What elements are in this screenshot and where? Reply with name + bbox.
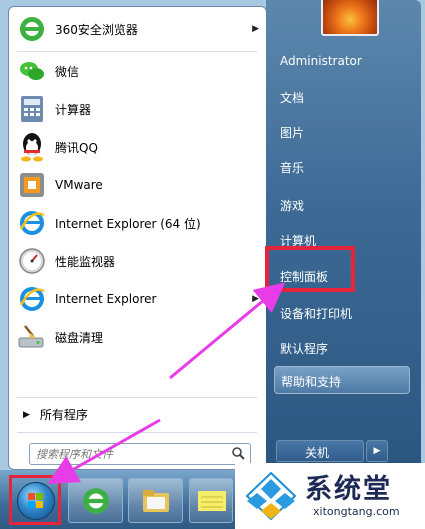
taskbar-360-browser-button[interactable] — [68, 478, 123, 523]
program-label: 腾讯QQ — [55, 140, 98, 155]
all-programs-label: 所有程序 — [39, 408, 88, 422]
360-browser-icon — [81, 486, 111, 520]
program-label: 磁盘清理 — [55, 330, 104, 345]
performance-monitor-icon — [17, 246, 47, 276]
program-item-ie64[interactable]: Internet Explorer (64 位) — [17, 205, 263, 241]
documents-link[interactable]: 文档 — [280, 89, 304, 106]
program-label: 微信 — [55, 64, 80, 79]
games-link[interactable]: 游戏 — [280, 197, 304, 214]
music-link[interactable]: 音乐 — [280, 159, 304, 176]
program-item-performance-monitor[interactable]: 性能监视器 — [17, 243, 263, 279]
all-programs-button[interactable]: ▶ 所有程序 — [23, 406, 88, 423]
windows-logo-icon — [17, 482, 55, 520]
watermark-title: 系统堂 — [305, 474, 392, 505]
triangle-right-icon: ▶ — [23, 409, 30, 420]
program-item-360-browser[interactable]: 360安全浏览器 ▶ — [17, 11, 263, 47]
default-programs-link[interactable]: 默认程序 — [280, 340, 328, 357]
control-panel-highlight-box — [265, 246, 355, 292]
search-input[interactable] — [30, 446, 228, 462]
divider — [17, 432, 257, 433]
vmware-icon — [17, 170, 47, 200]
notes-icon — [198, 489, 226, 517]
taskbar-notes-button[interactable] — [189, 478, 233, 523]
program-item-calculator[interactable]: 计算器 — [17, 91, 263, 127]
program-label: 360安全浏览器 — [55, 22, 138, 37]
taskbar-explorer-button[interactable] — [128, 478, 183, 523]
help-support-label: 帮助和支持 — [281, 375, 342, 389]
devices-printers-link[interactable]: 设备和打印机 — [280, 305, 352, 322]
submenu-arrow-icon: ▶ — [252, 294, 259, 304]
program-item-disk-cleanup[interactable]: 磁盘清理 — [17, 319, 263, 355]
watermark-url: xitongtang.com — [313, 505, 400, 518]
program-label: 计算器 — [55, 102, 92, 117]
ie-icon — [17, 284, 47, 314]
divider — [17, 397, 257, 398]
ie-icon — [17, 208, 47, 238]
calculator-icon — [17, 94, 47, 124]
search-box — [29, 443, 251, 465]
start-menu: 360安全浏览器 ▶ 微信 计算器 腾讯QQ VMware Internet E… — [8, 0, 421, 470]
user-name-link[interactable]: Administrator — [280, 54, 362, 68]
program-item-wechat[interactable]: 微信 — [17, 53, 263, 89]
wechat-icon — [17, 56, 47, 86]
programs-pane: 360安全浏览器 ▶ 微信 计算器 腾讯QQ VMware Internet E… — [8, 6, 267, 470]
shutdown-button[interactable]: 关机 — [276, 440, 364, 462]
watermark-logo-icon — [245, 471, 297, 521]
program-label: VMware — [55, 178, 103, 192]
submenu-arrow-icon: ▶ — [252, 24, 259, 34]
help-support-button[interactable]: 帮助和支持 — [274, 366, 410, 394]
program-label: 性能监视器 — [55, 254, 116, 269]
watermark: 系统堂 xitongtang.com — [235, 463, 425, 529]
program-item-ie[interactable]: Internet Explorer ▶ — [17, 281, 263, 317]
program-item-vmware[interactable]: VMware — [17, 167, 263, 203]
folder-icon — [141, 487, 171, 519]
qq-icon — [17, 132, 47, 162]
program-label: Internet Explorer (64 位) — [55, 216, 201, 231]
program-item-qq[interactable]: 腾讯QQ — [17, 129, 263, 165]
divider — [17, 51, 257, 52]
shutdown-label: 关机 — [305, 446, 330, 460]
360-browser-icon — [17, 14, 47, 44]
pictures-link[interactable]: 图片 — [280, 124, 304, 141]
disk-cleanup-icon — [17, 322, 47, 352]
shutdown-options-button[interactable]: ▶ — [366, 440, 388, 462]
user-avatar[interactable] — [321, 0, 379, 36]
search-icon[interactable] — [231, 446, 245, 463]
program-label: Internet Explorer — [55, 292, 157, 306]
start-button[interactable] — [9, 475, 61, 525]
places-pane: Administrator 文档 图片 音乐 游戏 计算机 控制面板 设备和打印… — [266, 0, 421, 470]
